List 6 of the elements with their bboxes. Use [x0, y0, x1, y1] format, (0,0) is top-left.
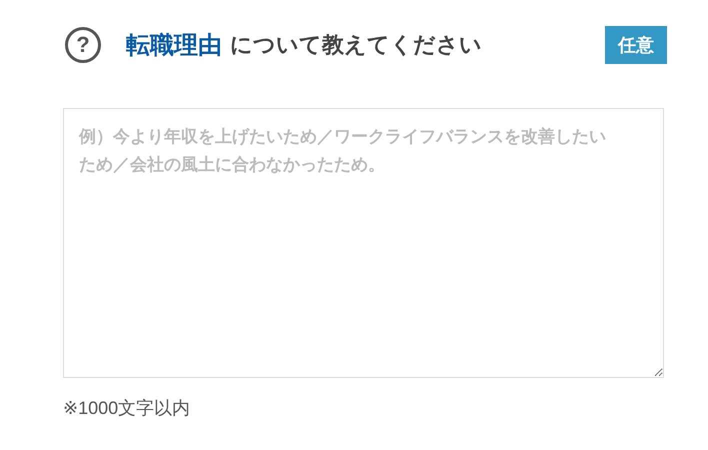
heading-text: について教えてください [230, 31, 482, 59]
heading-keyword: 転職理由 [126, 31, 222, 61]
reason-field[interactable]: 例）今より年収を上げたいため／ワークライフバランスを改善したいため／会社の風土に合わなかったため。 [63, 108, 664, 378]
optional-badge: 任意 [605, 26, 667, 64]
help-icon: ? [65, 27, 101, 63]
character-limit-note: ※1000文字以内 [63, 397, 192, 420]
